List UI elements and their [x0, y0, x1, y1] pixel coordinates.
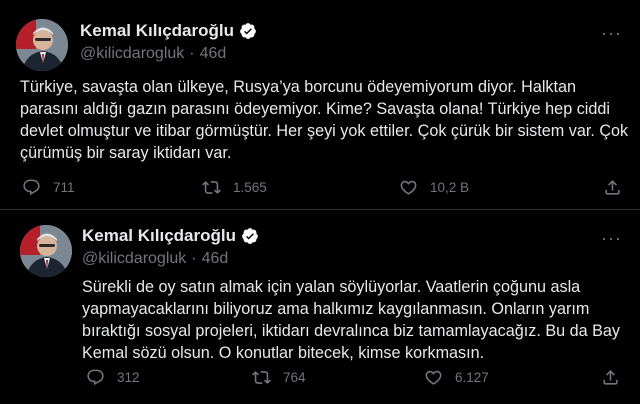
tweet-text: Sürekli de oy satın almak için yalan söy… — [82, 278, 621, 362]
author-handle[interactable]: @kilicdarogluk — [80, 45, 184, 63]
tweet-actions: 312 764 6.127 — [0, 368, 640, 392]
like-button[interactable]: 10,2 B — [399, 178, 469, 197]
tweet-header: Kemal Kılıçdaroğlu @kilicdarogluk · 46d — [80, 20, 257, 65]
separator-dot: · — [191, 250, 197, 267]
avatar[interactable] — [20, 225, 72, 277]
reply-button[interactable]: 711 — [22, 178, 75, 197]
retweet-icon — [202, 181, 221, 194]
tweet-text: Türkiye, savaşta olan ülkeye, Rusya’ya b… — [20, 78, 629, 162]
verified-badge-icon — [241, 227, 259, 245]
reply-count: 711 — [53, 180, 75, 195]
reply-button[interactable]: 312 — [86, 368, 140, 387]
share-icon — [603, 370, 618, 385]
like-count: 10,2 B — [430, 180, 470, 195]
like-button[interactable]: 6.127 — [424, 368, 489, 387]
more-options-icon[interactable]: ··· — [601, 24, 622, 42]
like-count: 6.127 — [455, 370, 489, 385]
author-name[interactable]: Kemal Kılıçdaroğlu — [82, 226, 236, 246]
share-icon — [605, 180, 620, 195]
tweet-header: Kemal Kılıçdaroğlu @kilicdarogluk · 46d — [82, 225, 259, 270]
tweet-1[interactable]: Kemal Kılıçdaroğlu @kilicdarogluk · 46d … — [0, 0, 640, 210]
tweet-age[interactable]: 46d — [200, 45, 227, 63]
reply-icon — [23, 179, 40, 196]
like-icon — [425, 370, 442, 385]
author-handle[interactable]: @kilicdarogluk — [82, 250, 186, 268]
retweet-count: 764 — [283, 370, 306, 385]
tweet-thread: Kemal Kılıçdaroğlu @kilicdarogluk · 46d … — [0, 0, 640, 404]
like-icon — [400, 180, 417, 195]
tweet-2[interactable]: Kemal Kılıçdaroğlu @kilicdarogluk · 46d … — [0, 210, 640, 404]
share-button[interactable] — [603, 178, 622, 197]
retweet-button[interactable]: 764 — [252, 368, 306, 387]
avatar[interactable] — [16, 19, 68, 71]
retweet-icon — [252, 371, 271, 384]
more-options-icon[interactable]: ··· — [601, 229, 622, 247]
tweet-actions: 711 1.565 10,2 B — [0, 178, 640, 202]
verified-badge-icon — [239, 22, 257, 40]
tweet-age[interactable]: 46d — [202, 250, 229, 268]
reply-count: 312 — [117, 370, 140, 385]
retweet-button[interactable]: 1.565 — [202, 178, 267, 197]
reply-icon — [87, 369, 104, 386]
separator-dot: · — [189, 45, 195, 62]
share-button[interactable] — [601, 368, 620, 387]
retweet-count: 1.565 — [233, 180, 267, 195]
author-name[interactable]: Kemal Kılıçdaroğlu — [80, 21, 234, 41]
